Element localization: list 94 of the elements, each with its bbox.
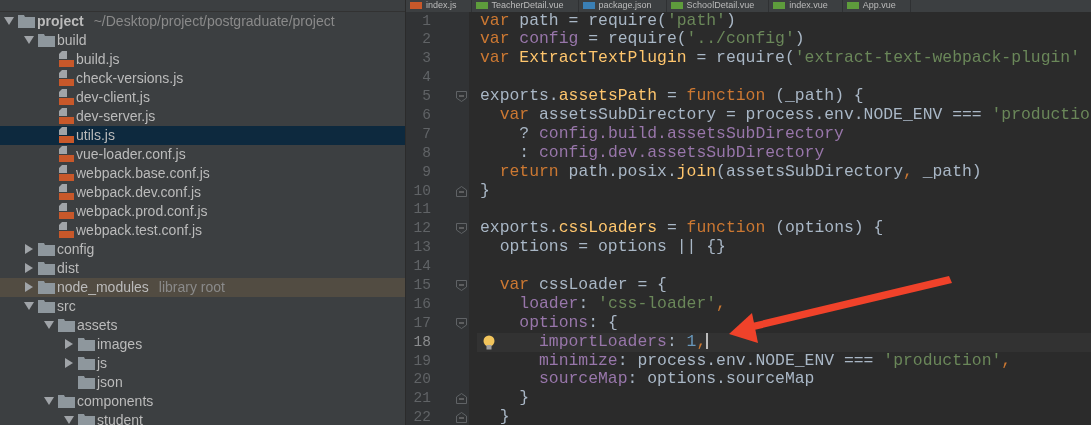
js-file-icon: [58, 222, 74, 238]
file-type-icon: [846, 2, 859, 10]
editor-tab[interactable]: index.vue: [769, 0, 843, 12]
tree-item[interactable]: json: [0, 372, 405, 392]
code-line: exports.assetsPath = function (_path) {: [479, 87, 865, 106]
tree-item[interactable]: check-versions.js: [0, 68, 405, 88]
code-line: var assetsSubDirectory = process.env.NODE_ENV === 'productio: [498, 105, 1091, 125]
tree-item[interactable]: assets: [0, 315, 405, 335]
fold-marker-icon[interactable]: [456, 185, 467, 197]
code-line: }: [479, 181, 491, 201]
code-line: minimize: process.env.NODE_ENV === 'production',: [538, 351, 1013, 371]
tree-item[interactable]: dev-server.js: [0, 106, 405, 126]
code-line: var ExtractTextPlugin = require('extract-text-webpack-plugin': [479, 49, 1082, 69]
collapse-arrow-icon[interactable]: [64, 339, 74, 349]
file-type-icon: [670, 2, 683, 10]
code-line: exports.cssLoaders = function (options) {: [479, 219, 885, 239]
js-file-icon: [58, 127, 74, 143]
folder-icon: [78, 375, 95, 389]
tree-item[interactable]: vue-loader.conf.js: [0, 144, 405, 164]
tree-item[interactable]: config: [0, 239, 405, 259]
file-type-icon: [773, 2, 786, 10]
folder-icon: [78, 337, 95, 351]
code-line: sourceMap: options.sourceMap: [538, 370, 816, 390]
expand-arrow-icon[interactable]: [24, 301, 34, 311]
js-file-icon: [58, 165, 74, 181]
collapse-arrow-icon[interactable]: [64, 358, 74, 368]
code-line: options: {: [518, 313, 619, 333]
tree-item[interactable]: src: [0, 296, 405, 316]
js-file-icon: [58, 203, 74, 219]
tree-item[interactable]: components: [0, 391, 405, 411]
tree-item[interactable]: dev-client.js: [0, 87, 405, 107]
code-line: ? config.build.assetsSubDirectory: [518, 124, 845, 144]
editor-tab[interactable]: package.json: [578, 0, 667, 12]
tree-item[interactable]: student: [0, 410, 405, 425]
folder-icon: [38, 242, 55, 256]
tree-item[interactable]: webpack.dev.conf.js: [0, 182, 405, 202]
code-line: : config.dev.assetsSubDirectory: [518, 143, 826, 163]
js-file-icon: [58, 108, 74, 124]
editor-tab[interactable]: TeacherDetail.vue: [471, 0, 579, 12]
folder-icon: [58, 394, 75, 408]
code-line: options = options || {}: [498, 238, 727, 258]
tree-item[interactable]: images: [0, 334, 405, 354]
code-line: return path.posix.join(assetsSubDirectory, _path): [498, 162, 983, 182]
js-file-icon: [58, 146, 74, 162]
editor-tab[interactable]: index.js: [406, 0, 472, 12]
folder-icon: [58, 318, 75, 332]
folder-icon: [18, 14, 35, 28]
fold-marker-icon[interactable]: [456, 91, 467, 103]
tree-item[interactable]: webpack.test.conf.js: [0, 220, 405, 240]
code-line: var config = require('../config'): [479, 30, 806, 50]
folder-icon: [38, 280, 55, 294]
folder-icon: [78, 413, 95, 425]
fold-marker-icon[interactable]: [456, 223, 467, 235]
tree-item[interactable]: build.js: [0, 49, 405, 69]
tree-item[interactable]: webpack.base.conf.js: [0, 163, 405, 183]
tree-item[interactable]: utils.js: [0, 125, 405, 145]
js-file-icon: [58, 89, 74, 105]
collapse-arrow-icon[interactable]: [24, 282, 34, 292]
code-line: }: [518, 389, 531, 409]
editor-tab[interactable]: App.vue: [842, 0, 911, 12]
line-number: 18: [412, 332, 432, 352]
js-file-icon: [58, 184, 74, 200]
tree-item[interactable]: js: [0, 353, 405, 373]
expand-arrow-icon[interactable]: [24, 35, 34, 45]
collapse-arrow-icon[interactable]: [24, 263, 34, 273]
file-type-icon: [410, 2, 422, 10]
js-file-icon: [58, 70, 74, 86]
code-line: loader: 'css-loader',: [518, 294, 727, 314]
expand-arrow-icon[interactable]: [4, 16, 14, 26]
fold-marker-icon[interactable]: [456, 279, 467, 291]
code-line: }: [498, 408, 511, 425]
file-type-icon: [582, 2, 595, 10]
fold-marker-icon[interactable]: [456, 393, 467, 405]
code-line: var path = require('path'): [479, 11, 737, 31]
tree-item[interactable]: build: [0, 30, 405, 50]
fold-marker-icon[interactable]: [456, 412, 467, 424]
tree-item[interactable]: project ~/Desktop/project/postgraduate/project: [0, 11, 405, 31]
tree-item[interactable]: node_modules library root: [0, 277, 405, 297]
editor-tab[interactable]: SchoolDetail.vue: [666, 0, 770, 12]
lightbulb-icon[interactable]: [483, 334, 495, 350]
expand-arrow-icon[interactable]: [44, 396, 54, 406]
tree-item[interactable]: dist: [0, 258, 405, 278]
js-file-icon: [58, 51, 74, 67]
expand-arrow-icon[interactable]: [64, 415, 74, 425]
code-line: var cssLoader = {: [498, 275, 668, 295]
folder-icon: [38, 299, 55, 313]
fold-marker-icon[interactable]: [456, 317, 467, 329]
folder-icon: [38, 261, 55, 275]
file-type-icon: [475, 2, 488, 10]
folder-icon: [38, 33, 55, 47]
expand-arrow-icon[interactable]: [44, 320, 54, 330]
folder-icon: [78, 356, 95, 370]
collapse-arrow-icon[interactable]: [24, 244, 34, 254]
tree-item[interactable]: webpack.prod.conf.js: [0, 201, 405, 221]
